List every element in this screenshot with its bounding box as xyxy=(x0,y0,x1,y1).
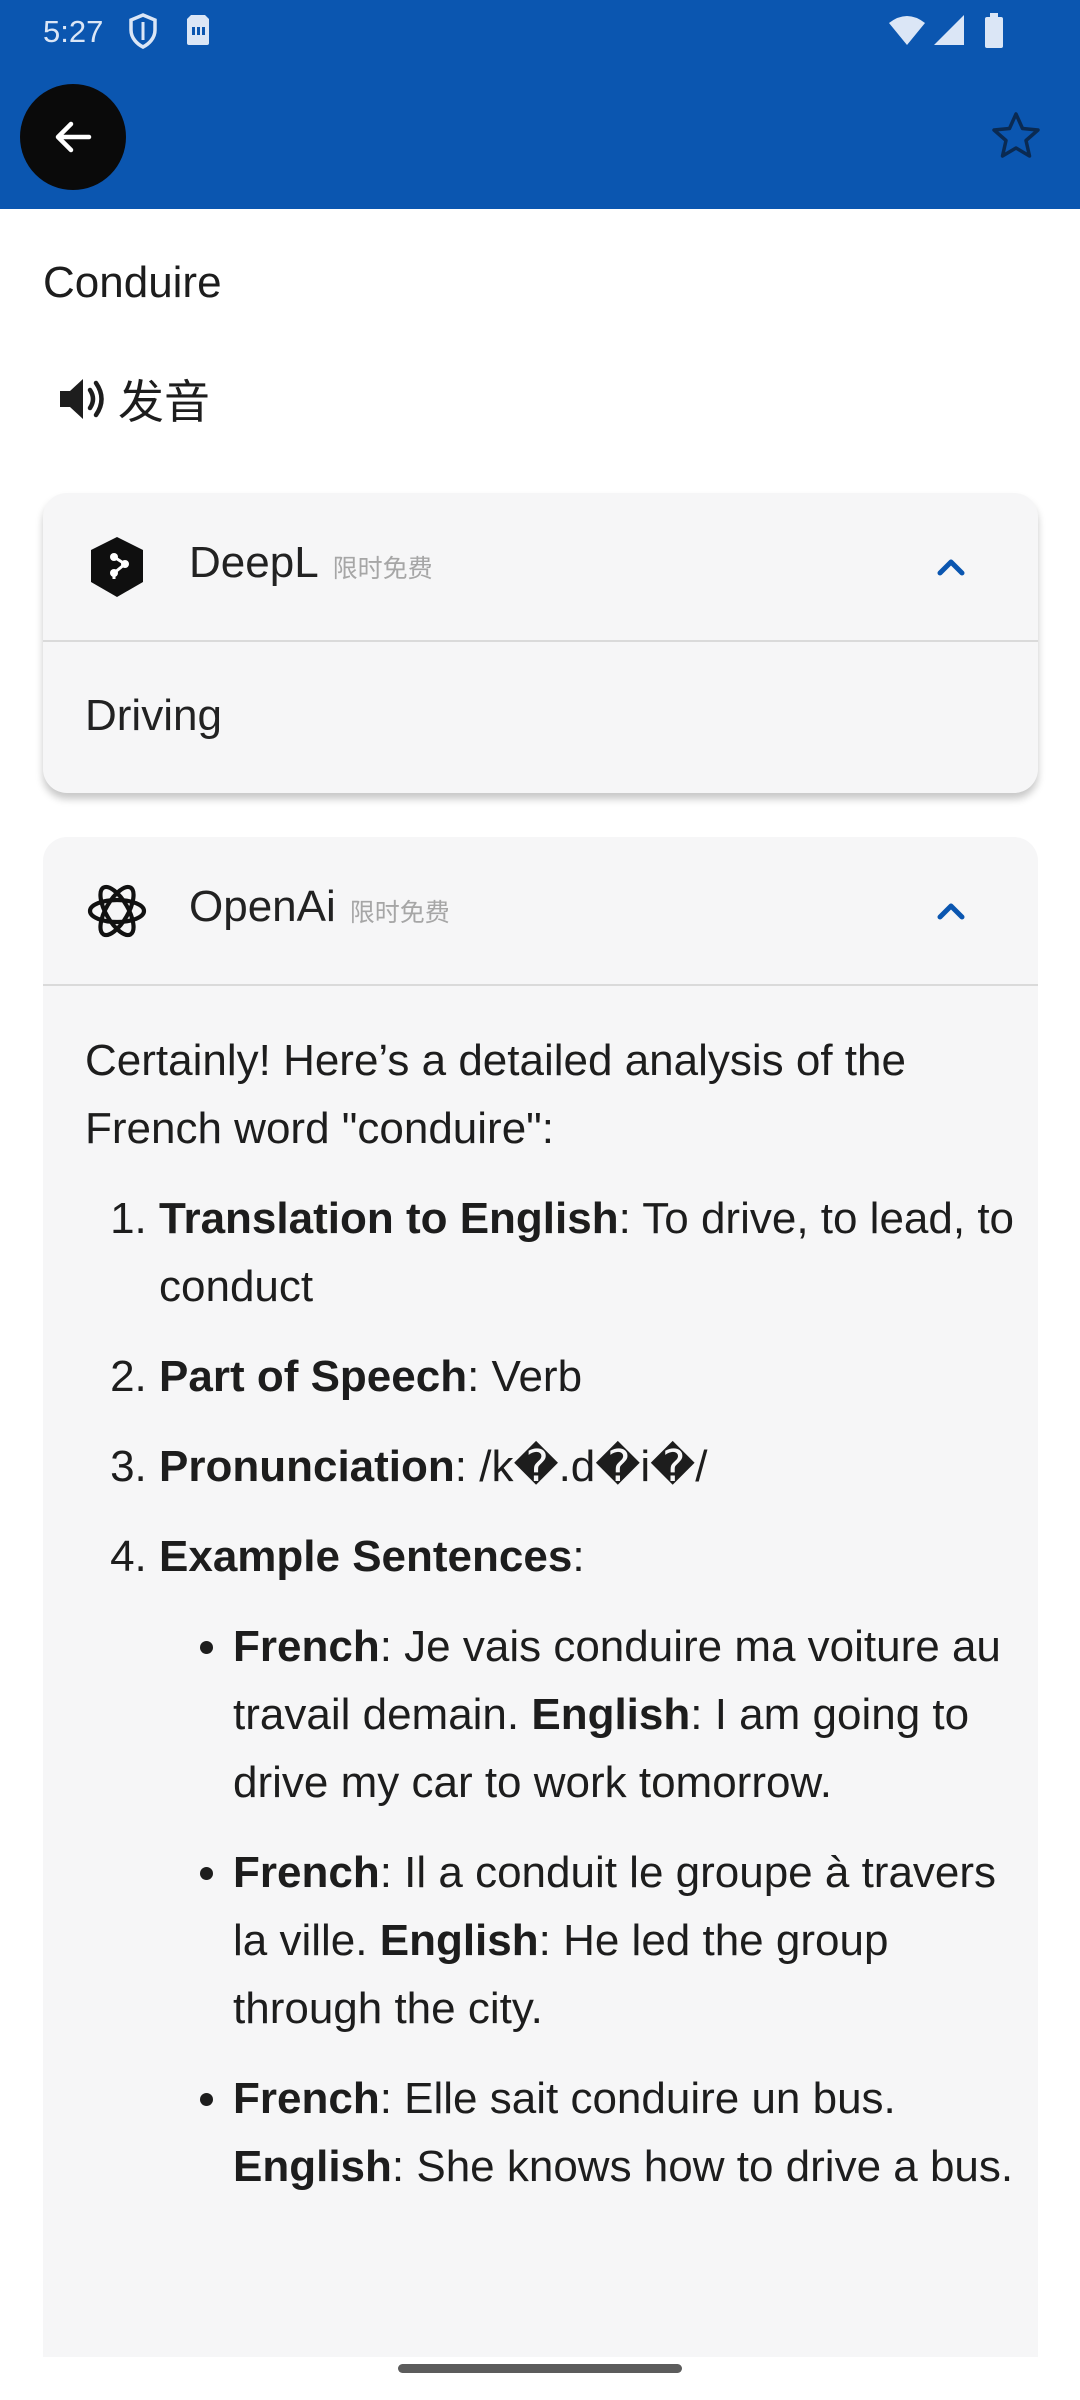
battery-icon xyxy=(984,13,1004,57)
deepl-card: DeepL 限时免费 Driving xyxy=(43,493,1038,793)
arrow-left-icon xyxy=(55,121,92,153)
example-item: French: Elle sait conduire un bus. Engli… xyxy=(233,2065,1015,2201)
translation-result: Driving xyxy=(85,691,222,740)
status-bar: 5:27 xyxy=(0,0,1080,66)
shield-icon xyxy=(128,13,158,57)
openai-card-header[interactable]: OpenAi 限时免费 xyxy=(43,837,1038,984)
home-indicator[interactable] xyxy=(398,2364,682,2373)
example-list: French: Je vais conduire ma voiture au t… xyxy=(159,1613,1015,2201)
example-item: French: Il a conduit le groupe à travers… xyxy=(233,1839,1015,2043)
analysis-list: Translation to English: To drive, to lea… xyxy=(85,1185,1015,2201)
deepl-card-header[interactable]: DeepL 限时免费 xyxy=(43,493,1038,640)
free-badge: 限时免费 xyxy=(349,899,450,927)
openai-logo-icon xyxy=(87,884,147,938)
list-item: Example Sentences: French: Je vais condu… xyxy=(159,1523,1015,2201)
pronounce-label: 发音 xyxy=(118,376,210,428)
star-outline-icon xyxy=(992,112,1040,158)
example-item: French: Je vais conduire ma voiture au t… xyxy=(233,1613,1015,1817)
provider-name: OpenAi xyxy=(189,882,336,931)
list-item: Translation to English: To drive, to lea… xyxy=(159,1185,1015,1321)
pronounce-button[interactable]: 发音 xyxy=(56,364,210,434)
deepl-logo-icon xyxy=(91,537,143,597)
status-time: 5:27 xyxy=(43,14,104,49)
free-badge: 限时免费 xyxy=(332,555,433,583)
answer-intro: Certainly! Here’s a detailed analysis of… xyxy=(85,1036,906,1153)
favorite-button[interactable] xyxy=(986,106,1046,166)
wifi-icon xyxy=(887,13,927,55)
word-title: Conduire xyxy=(43,258,222,307)
divider xyxy=(43,640,1038,642)
chevron-up-icon[interactable] xyxy=(921,537,981,597)
speaker-icon xyxy=(60,379,104,419)
provider-name: DeepL xyxy=(189,538,319,587)
list-item: Part of Speech: Verb xyxy=(159,1343,1015,1411)
openai-card: OpenAi 限时免费 Certainly! Here’s a detailed … xyxy=(43,837,1038,2357)
chevron-up-icon[interactable] xyxy=(921,881,981,941)
back-button[interactable] xyxy=(20,84,126,190)
divider xyxy=(43,984,1038,986)
ai-answer: Certainly! Here’s a detailed analysis of… xyxy=(85,1027,1015,2223)
list-item: Pronunciation: /k�.d�i�/ xyxy=(159,1433,1015,1501)
signal-icon xyxy=(932,13,966,55)
app-bar: 5:27 xyxy=(0,0,1080,209)
sim-card-icon xyxy=(185,13,211,55)
